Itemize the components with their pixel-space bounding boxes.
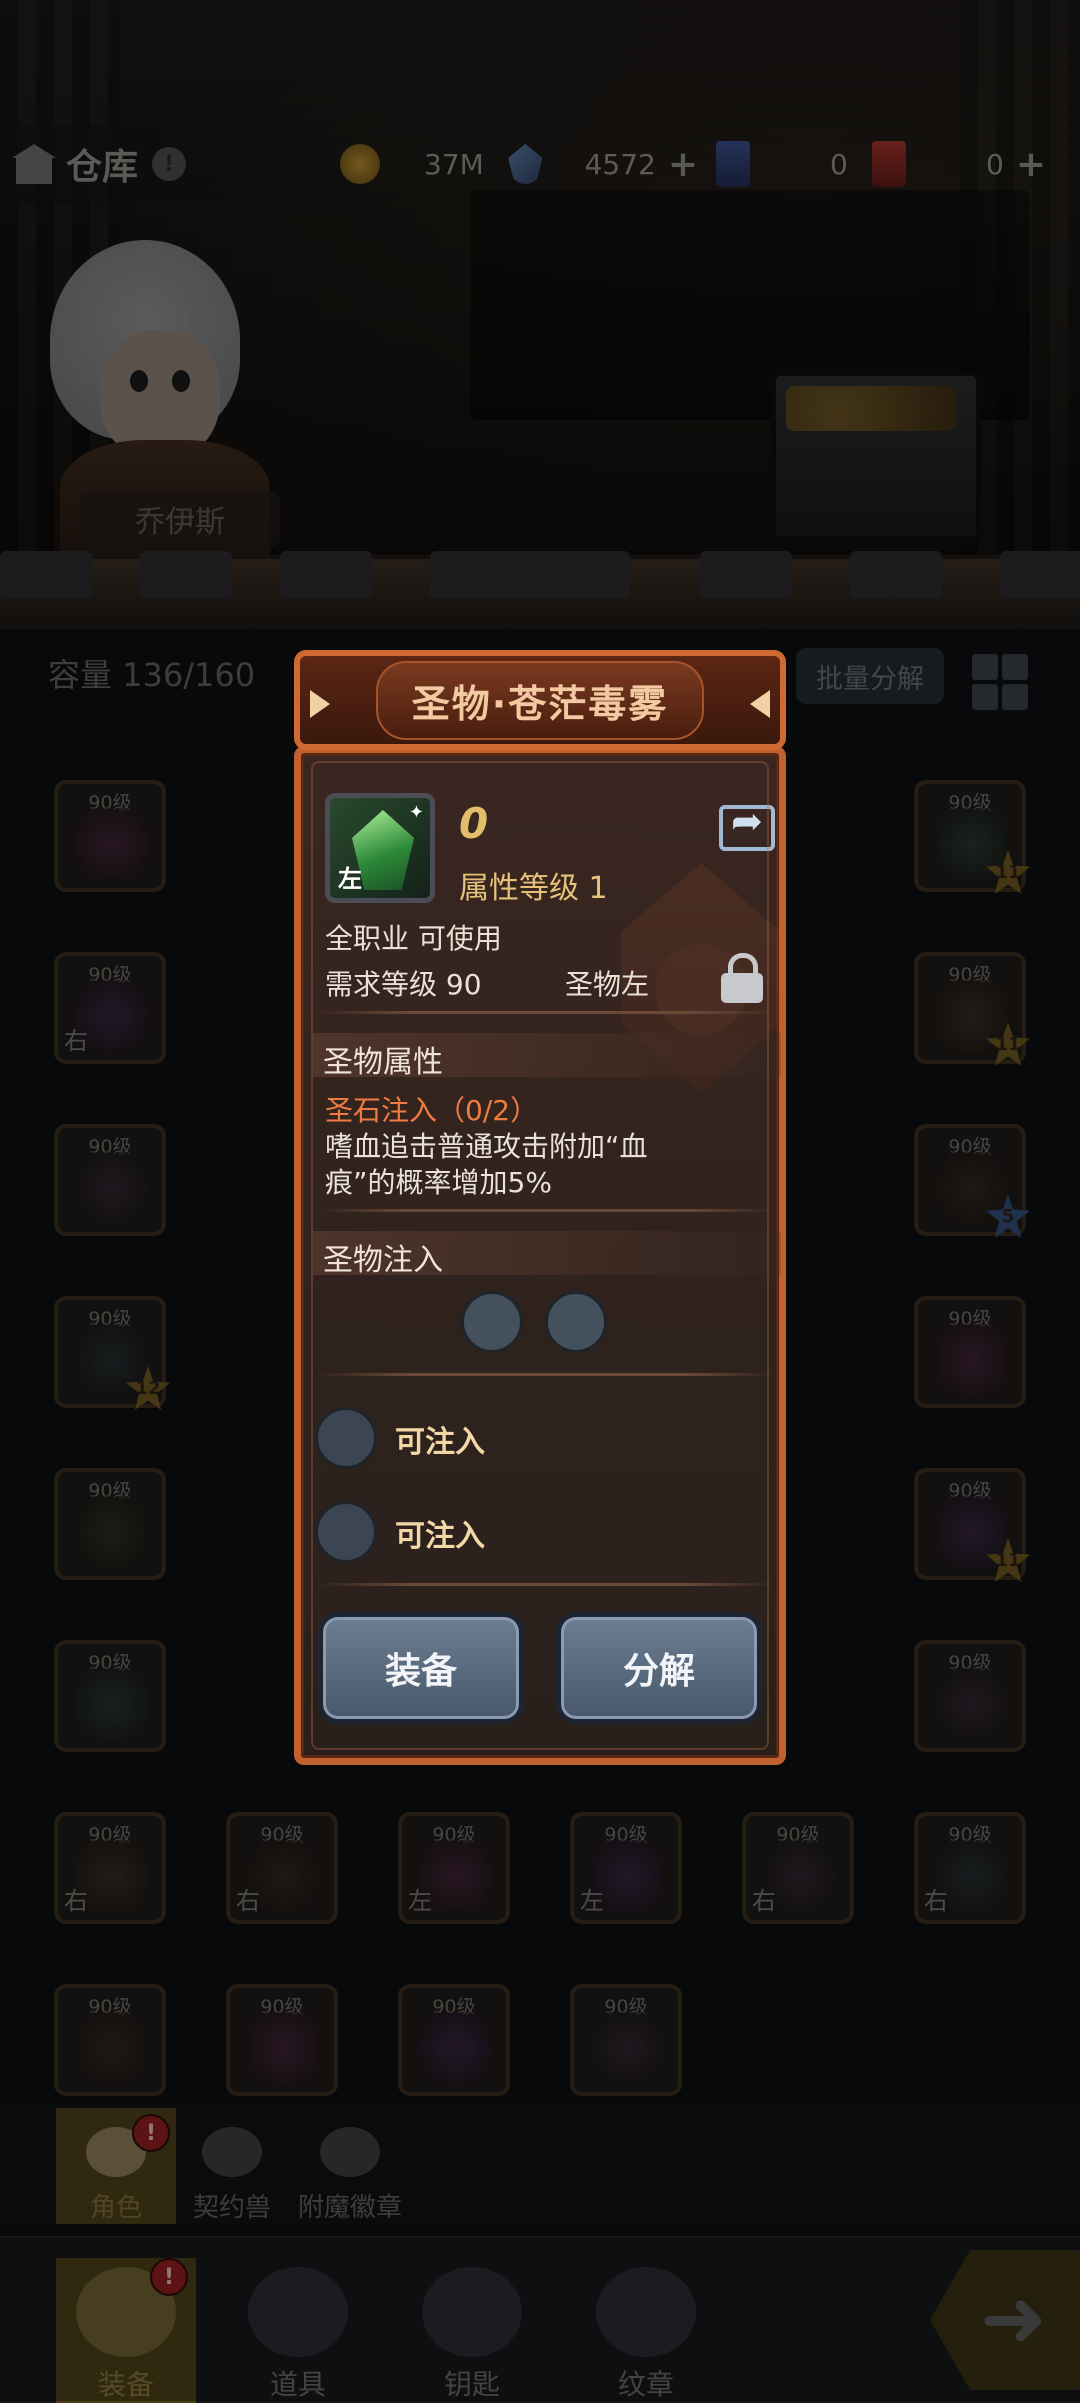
section-title: 圣物注入	[323, 1243, 443, 1278]
title-ornament-right	[750, 690, 770, 718]
title-ornament-left	[310, 690, 330, 718]
effect-text-line-1: 嗜血追击普通攻击附加“血	[325, 1130, 648, 1163]
infuse-socket-2[interactable]	[545, 1291, 607, 1353]
infuse-socket-1[interactable]	[461, 1291, 523, 1353]
attribute-level: 属性等级 1	[459, 871, 608, 906]
enhance-level: 0	[459, 799, 489, 848]
effect-text-line-2: 痕”的概率增加5%	[325, 1166, 552, 1199]
class-requirement: 全职业 可使用	[325, 922, 502, 955]
can-infuse-label-1: 可注入	[395, 1425, 485, 1460]
divider	[317, 1209, 777, 1212]
infuse-option-socket-1[interactable]	[315, 1407, 377, 1469]
relic-detail-popup: ✦ 左 0 属性等级 1 全职业 可使用 需求等级 90 圣物左 圣物属性 圣石…	[294, 650, 786, 1765]
divider	[317, 1583, 777, 1586]
infuse-option-socket-2[interactable]	[315, 1501, 377, 1563]
divider	[317, 1011, 777, 1014]
section-relic-infuse: 圣物注入	[313, 1231, 781, 1278]
divider	[317, 1373, 777, 1376]
item-side-label: 左	[338, 865, 362, 893]
stone-infuse-status: 圣石注入（0/2）	[325, 1094, 539, 1127]
slot-type: 圣物左	[565, 968, 650, 1001]
relic-item-icon: ✦ 左	[325, 793, 435, 903]
popup-title: 圣物·苍茫毒雾	[375, 660, 705, 740]
popup-title-banner: 圣物·苍茫毒雾	[294, 650, 786, 750]
section-relic-attributes: 圣物属性	[313, 1033, 781, 1080]
can-infuse-label-2: 可注入	[395, 1519, 485, 1554]
share-icon[interactable]	[719, 799, 775, 851]
decompose-button[interactable]: 分解	[556, 1612, 762, 1724]
equip-button[interactable]: 装备	[318, 1612, 524, 1724]
section-title: 圣物属性	[323, 1045, 443, 1080]
lock-icon[interactable]	[721, 953, 763, 1003]
level-requirement: 需求等级 90	[325, 968, 482, 1001]
